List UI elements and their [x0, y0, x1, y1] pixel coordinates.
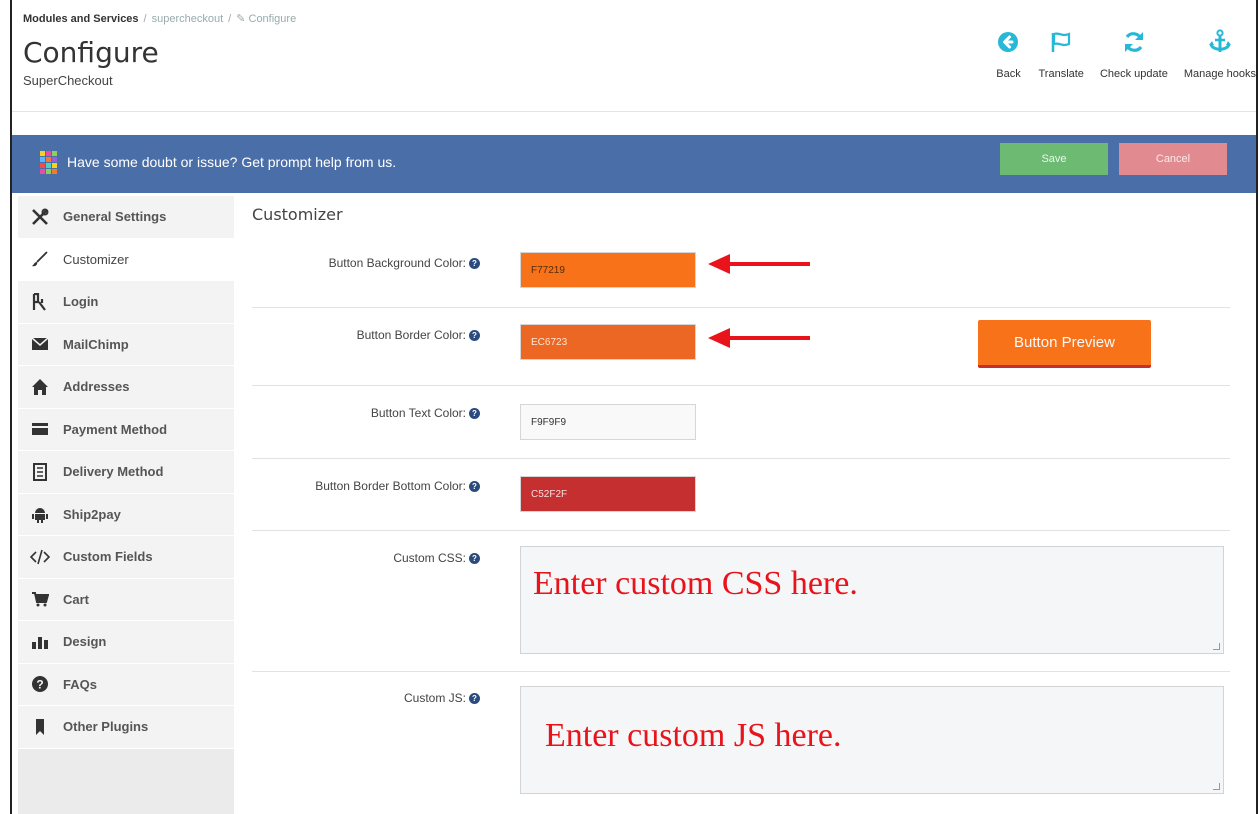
credit-card-icon	[28, 422, 52, 436]
anchor-icon	[1206, 28, 1234, 56]
toolbar: Back Translate Check update Manage hooks	[978, 28, 1256, 80]
cart-icon	[28, 591, 52, 607]
sidebar-item-label: MailChimp	[63, 336, 129, 352]
sidebar-item-label: Login	[63, 294, 99, 310]
sidebar-item-cart[interactable]: Cart	[18, 578, 234, 621]
manage-hooks-label: Manage hooks	[1183, 68, 1256, 80]
section-title: Customizer	[252, 205, 343, 224]
translate-button[interactable]: Translate	[1038, 28, 1084, 80]
check-update-label: Check update	[1099, 68, 1168, 80]
border-color-label: Button Border Color:?	[252, 328, 480, 342]
sidebar-item-label: Ship2pay	[63, 506, 121, 522]
sidebar-item-custom-fields[interactable]: Custom Fields	[18, 536, 234, 579]
app-frame: Modules and Services / supercheckout / ✎ Con…	[10, 0, 1258, 814]
sidebar-item-label: Cart	[63, 591, 90, 607]
resize-handle[interactable]	[1213, 783, 1220, 790]
sidebar-item-ship2pay[interactable]: Ship2pay	[18, 493, 234, 536]
sidebar-item-mailchimp[interactable]: MailChimp	[18, 323, 234, 366]
border-color-input[interactable]: EC6723	[520, 324, 696, 360]
flag-icon	[1047, 28, 1075, 56]
help-icon[interactable]: ?	[469, 408, 480, 420]
building-icon	[28, 462, 52, 481]
sidebar-item-label: FAQs	[63, 676, 97, 692]
chart-icon	[28, 634, 52, 650]
divider	[252, 671, 1230, 672]
help-text[interactable]: Have some doubt or issue? Get prompt hel…	[67, 154, 396, 170]
text-color-label: Button Text Color:?	[252, 406, 480, 420]
help-bar: Have some doubt or issue? Get prompt hel…	[12, 135, 1256, 193]
android-icon	[28, 505, 52, 524]
sidebar-item-label: Addresses	[63, 379, 130, 395]
sidebar-item-customizer[interactable]: Customizer	[18, 238, 234, 281]
refresh-icon	[1120, 28, 1148, 56]
grid-logo-icon	[40, 151, 58, 175]
custom-js-textarea[interactable]: Enter custom JS here.	[520, 686, 1224, 794]
envelope-icon	[28, 337, 52, 351]
divider	[252, 458, 1230, 459]
sidebar-item-general-settings[interactable]: General Settings	[18, 196, 234, 239]
text-color-input[interactable]: F9F9F9	[520, 404, 696, 440]
code-icon	[28, 549, 52, 565]
question-icon: ?	[28, 675, 52, 693]
breadcrumb-module[interactable]: supercheckout	[152, 13, 224, 25]
breadcrumb: Modules and Services / supercheckout / ✎ Con…	[23, 13, 297, 25]
sidebar-item-other-plugins[interactable]: Other Plugins	[18, 706, 234, 749]
sidebar-item-label: Delivery Method	[63, 464, 164, 480]
sidebar-item-addresses[interactable]: Addresses	[18, 366, 234, 409]
home-icon	[28, 378, 52, 396]
manage-hooks-button[interactable]: Manage hooks	[1184, 28, 1256, 80]
bg-color-label: Button Background Color:?	[252, 256, 480, 270]
sidebar-item-payment-method[interactable]: Payment Method	[18, 408, 234, 451]
breadcrumb-current: Configure	[248, 13, 297, 25]
custom-js-label: Custom JS:?	[252, 691, 480, 705]
page-title: Configure	[23, 36, 159, 69]
border-bottom-color-label: Button Border Bottom Color:?	[252, 479, 480, 493]
bookmark-icon	[28, 718, 52, 736]
custom-css-textarea[interactable]: Enter custom CSS here.	[520, 546, 1224, 654]
red-arrow-annotation	[708, 328, 810, 348]
sidebar-item-label: Design	[63, 634, 107, 650]
brush-icon	[28, 250, 52, 268]
custom-css-hint: Enter custom CSS here.	[533, 565, 858, 602]
breadcrumb-root[interactable]: Modules and Services	[23, 13, 139, 25]
help-icon[interactable]: ?	[469, 693, 480, 705]
sidebar: General Settings Customizer Login MailCh…	[18, 196, 234, 814]
sidebar-item-label: Other Plugins	[63, 719, 149, 735]
wrench-icon: ✎	[236, 13, 246, 25]
sidebar-item-label: Custom Fields	[63, 549, 153, 565]
red-arrow-annotation	[708, 254, 810, 274]
bg-color-input[interactable]: F77219	[520, 252, 696, 288]
help-icon[interactable]: ?	[469, 481, 480, 493]
border-bottom-color-input[interactable]: C52F2F	[520, 476, 696, 512]
help-icon[interactable]: ?	[469, 553, 480, 565]
custom-js-hint: Enter custom JS here.	[545, 717, 842, 754]
save-button[interactable]: Save	[1000, 143, 1108, 175]
check-update-button[interactable]: Check update	[1100, 28, 1168, 80]
sidebar-item-label: General Settings	[63, 209, 167, 225]
key-icon	[28, 292, 52, 311]
resize-handle[interactable]	[1213, 643, 1220, 650]
svg-text:?: ?	[36, 678, 43, 692]
back-arrow-icon	[994, 28, 1022, 56]
page-subtitle: SuperCheckout	[23, 73, 113, 88]
back-label: Back	[996, 68, 1021, 80]
divider	[252, 530, 1230, 531]
divider	[252, 307, 1230, 308]
tools-icon	[28, 208, 52, 226]
back-button[interactable]: Back	[994, 28, 1022, 80]
divider	[252, 385, 1230, 386]
custom-css-label: Custom CSS:?	[252, 551, 480, 565]
button-preview[interactable]: Button Preview	[978, 320, 1151, 368]
sidebar-item-delivery-method[interactable]: Delivery Method	[18, 451, 234, 494]
sidebar-item-label: Customizer	[63, 251, 129, 267]
sidebar-item-login[interactable]: Login	[18, 281, 234, 324]
sidebar-item-label: Payment Method	[63, 421, 168, 437]
sidebar-item-faqs[interactable]: ? FAQs	[18, 663, 234, 706]
help-icon[interactable]: ?	[469, 330, 480, 342]
help-icon[interactable]: ?	[469, 258, 480, 270]
cancel-button[interactable]: Cancel	[1119, 143, 1227, 175]
translate-label: Translate	[1038, 68, 1084, 80]
sidebar-item-design[interactable]: Design	[18, 621, 234, 664]
page-header: Modules and Services / supercheckout / ✎ Con…	[12, 0, 1256, 112]
